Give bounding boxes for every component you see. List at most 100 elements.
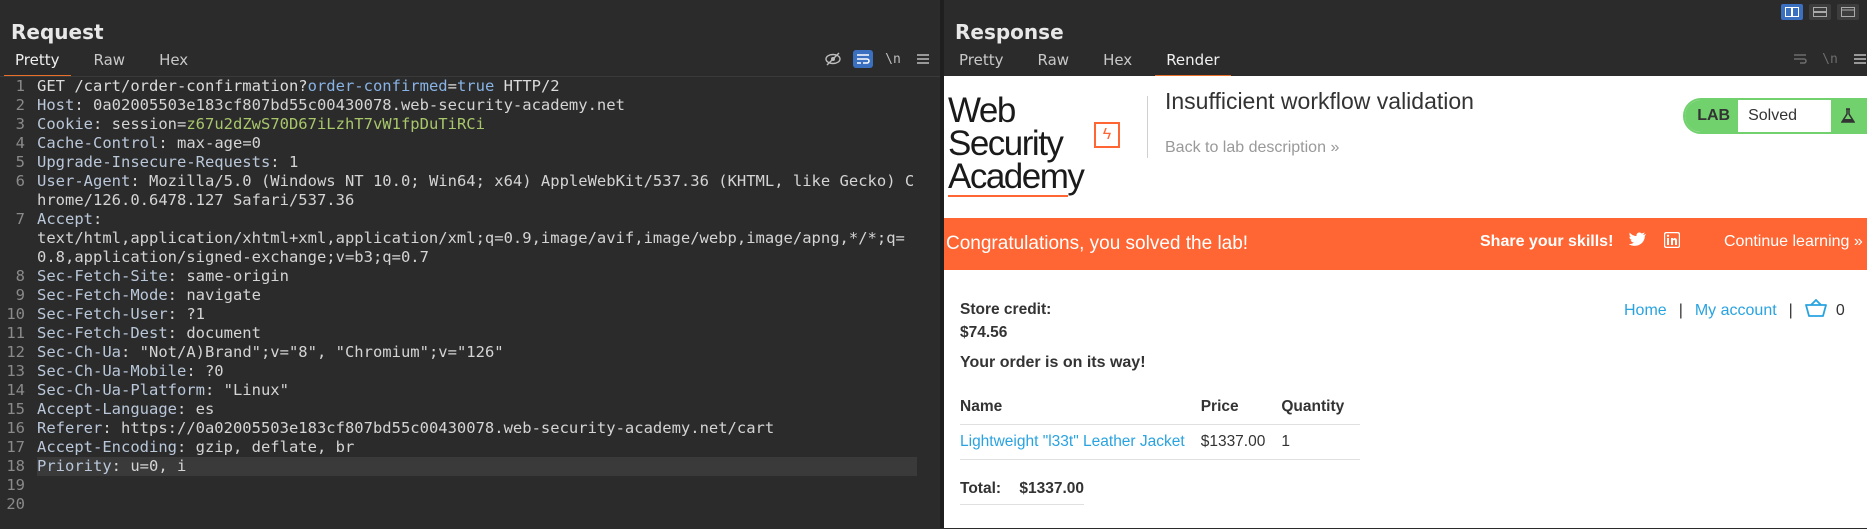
- tab-pretty[interactable]: Pretty: [948, 48, 1015, 77]
- item-price: $1337.00: [1200, 424, 1282, 460]
- line-number: 13: [6, 362, 25, 380]
- cart-icon[interactable]: [1804, 298, 1827, 322]
- header-name: Priority: [37, 457, 112, 475]
- line-number: 3: [15, 115, 25, 133]
- chevron-right-icon: »: [1330, 139, 1340, 156]
- code-text: : Mozilla/5.0 (Windows NT 10.0; Win64; x…: [37, 172, 915, 209]
- lab-label: LAB: [1685, 100, 1739, 132]
- request-line[interactable]: 6 User-Agent: Mozilla/5.0 (Windows NT 10.…: [0, 172, 940, 210]
- item-quantity: 1: [1281, 424, 1361, 460]
- response-tabs: Pretty Raw Hex Render: [948, 48, 1243, 77]
- line-content: Cache-Control: max-age=0: [37, 134, 917, 153]
- line-content: Accept: text/html,application/xhtml+xml,…: [37, 210, 917, 267]
- request-line[interactable]: 4 Cache-Control: max-age=0: [0, 134, 940, 153]
- header-name: Sec-Ch-Ua-Mobile: [37, 362, 187, 380]
- nav-separator: |: [1678, 301, 1683, 319]
- menu-icon[interactable]: [1850, 50, 1867, 68]
- menu-icon[interactable]: [913, 50, 933, 68]
- top-nav: Home | My account | 0: [1624, 298, 1845, 322]
- request-line[interactable]: 15 Accept-Language: es: [0, 400, 940, 419]
- request-line[interactable]: 18 Priority: u=0, i: [0, 457, 940, 476]
- line-number: 5: [15, 153, 25, 171]
- code-text: : gzip, deflate, br: [176, 438, 355, 456]
- line-number: 16: [6, 419, 25, 437]
- column-header: Quantity: [1281, 394, 1361, 425]
- line-content: Accept-Encoding: gzip, deflate, br: [37, 438, 917, 457]
- word-wrap-icon[interactable]: [1790, 50, 1810, 68]
- web-security-academy-logo[interactable]: Web Security Academy: [948, 93, 1112, 197]
- line-content: Sec-Fetch-User: ?1: [37, 305, 917, 324]
- product-link[interactable]: Lightweight "l33t" Leather Jacket: [960, 424, 1201, 460]
- header-name: Sec-Fetch-Dest: [37, 324, 168, 342]
- tab-render[interactable]: Render: [1155, 48, 1231, 77]
- line-content: Accept-Language: es: [37, 400, 917, 419]
- request-line[interactable]: 19: [0, 476, 940, 495]
- word-wrap-icon[interactable]: [853, 50, 873, 68]
- newline-toggle-icon[interactable]: \n: [1820, 50, 1840, 68]
- tab-raw[interactable]: Raw: [1027, 48, 1081, 77]
- layout-side-by-side-icon[interactable]: [1781, 4, 1803, 20]
- request-line[interactable]: 9 Sec-Fetch-Mode: navigate: [0, 286, 940, 305]
- line-content: Host: 0a02005503e183cf807bd55c00430078.w…: [37, 96, 917, 115]
- request-line[interactable]: 13 Sec-Ch-Ua-Mobile: ?0: [0, 362, 940, 381]
- request-line[interactable]: 1 GET /cart/order-confirmation?order-conf…: [0, 77, 940, 96]
- back-to-lab-link[interactable]: Back to lab description »: [1165, 139, 1339, 157]
- code-text: : 1: [270, 153, 299, 171]
- request-line[interactable]: 17 Accept-Encoding: gzip, deflate, br: [0, 438, 940, 457]
- line-number: 4: [15, 134, 25, 152]
- lab-status-badge: LAB Solved: [1683, 98, 1867, 134]
- line-number: 6: [15, 172, 25, 190]
- layout-toggle-group: [1781, 4, 1859, 20]
- request-line[interactable]: 5 Upgrade-Insecure-Requests: 1: [0, 153, 940, 172]
- request-editor[interactable]: 1 GET /cart/order-confirmation?order-conf…: [0, 76, 940, 529]
- request-line[interactable]: 10 Sec-Fetch-User: ?1: [0, 305, 940, 324]
- code-text: : session=: [93, 115, 187, 133]
- request-line[interactable]: 7 Accept: text/html,application/xhtml+xml…: [0, 210, 940, 267]
- code-text: : u=0, i: [111, 457, 187, 475]
- code-text: HTTP/2: [494, 77, 560, 95]
- newline-toggle-icon[interactable]: \n: [883, 50, 903, 68]
- request-line[interactable]: 2 Host: 0a02005503e183cf807bd55c00430078.…: [0, 96, 940, 115]
- header-name: Sec-Fetch-Site: [37, 267, 168, 285]
- request-line[interactable]: 3 Cookie: session=z67u2dZwS70D67iLzhT7vW1…: [0, 115, 940, 134]
- line-content: Upgrade-Insecure-Requests: 1: [37, 153, 917, 172]
- lab-status: Solved: [1748, 107, 1797, 124]
- request-line[interactable]: 20: [0, 495, 940, 514]
- line-number: 7: [15, 210, 25, 228]
- line-content: Sec-Fetch-Mode: navigate: [37, 286, 917, 305]
- request-line[interactable]: 8 Sec-Fetch-Site: same-origin: [0, 267, 940, 286]
- linkedin-icon[interactable]: [1662, 231, 1682, 252]
- nav-my-account-link[interactable]: My account: [1695, 302, 1777, 320]
- response-toolbar: \n: [1790, 50, 1867, 68]
- tab-hex[interactable]: Hex: [1092, 48, 1143, 77]
- header-name: Accept-Encoding: [37, 438, 177, 456]
- order-confirmation-message: Your order is on its way!: [960, 354, 1146, 371]
- request-line[interactable]: 11 Sec-Fetch-Dest: document: [0, 324, 940, 343]
- code-text: : 0a02005503e183cf807bd55c00430078.web-s…: [74, 96, 625, 114]
- nav-home-link[interactable]: Home: [1624, 302, 1667, 320]
- line-number: 20: [6, 495, 25, 513]
- hide-nonprintable-icon[interactable]: [823, 50, 843, 68]
- share-label: Share your skills!: [1480, 233, 1614, 250]
- line-number: 11: [6, 324, 25, 342]
- tab-raw[interactable]: Raw: [83, 48, 137, 77]
- request-line[interactable]: 14 Sec-Ch-Ua-Platform: "Linux": [0, 381, 940, 400]
- code-text: : "Linux": [204, 381, 289, 399]
- header-name: Accept-Language: [37, 400, 177, 418]
- tab-pretty[interactable]: Pretty: [4, 48, 71, 77]
- request-title: Request: [11, 20, 104, 44]
- request-line[interactable]: 12 Sec-Ch-Ua: "Not/A)Brand";v="8", "Chrom…: [0, 343, 940, 362]
- layout-top-bottom-icon[interactable]: [1809, 4, 1831, 20]
- code-text: : "Not/A)Brand";v="8", "Chromium";v="126…: [121, 343, 504, 361]
- line-content: Referer: https://0a02005503e183cf807bd55…: [37, 419, 917, 438]
- continue-learning-label: Continue learning: [1724, 233, 1850, 250]
- twitter-icon[interactable]: [1628, 232, 1648, 252]
- request-pane: Request Pretty Raw Hex \n 1 GET /cart/order…: [0, 0, 940, 529]
- request-toolbar: \n: [823, 50, 933, 68]
- continue-learning-link[interactable]: Continue learning »: [1724, 233, 1863, 251]
- request-line[interactable]: 16 Referer: https://0a02005503e183cf807bd…: [0, 419, 940, 438]
- tab-hex[interactable]: Hex: [148, 48, 199, 77]
- layout-tabs-icon[interactable]: [1837, 4, 1859, 20]
- response-title: Response: [955, 20, 1064, 44]
- header-name: Sec-Ch-Ua: [37, 343, 121, 361]
